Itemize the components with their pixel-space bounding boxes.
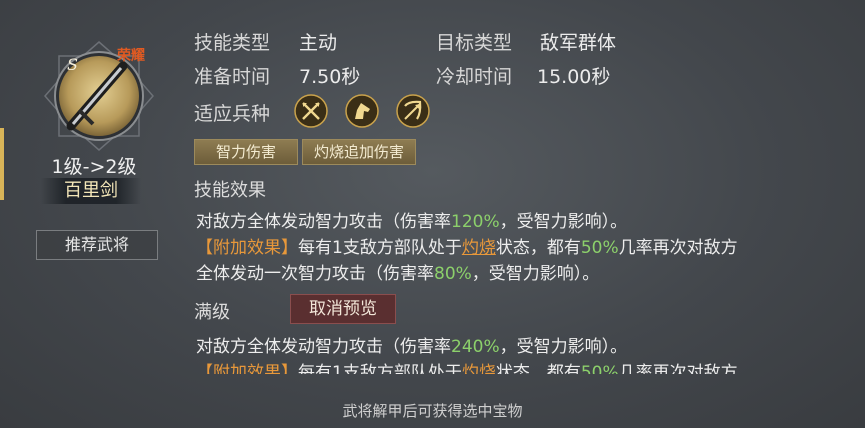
tag-burn-extra-damage: 灼烧追加伤害 bbox=[302, 139, 416, 165]
effect-line-2: 【附加效果】每有1支敌方部队处于灼烧状态，都有50%几率再次对敌方 bbox=[196, 238, 738, 258]
horse-head-icon bbox=[345, 94, 379, 128]
crossed-spears-icon bbox=[294, 94, 328, 128]
max-line-2: 【附加效果】每有1支敌方部队处于灼烧状态，都有50%几率再次对敌方 bbox=[196, 360, 846, 374]
skill-type-value: 主动 bbox=[299, 32, 338, 54]
bow-arrow-icon bbox=[396, 94, 430, 128]
effect-heading: 技能效果 bbox=[194, 180, 266, 201]
footer-hint: 武将解甲后可获得选中宝物 bbox=[342, 402, 523, 420]
cooldown-value: 15.00秒 bbox=[537, 66, 611, 88]
burn-link-max[interactable]: 灼烧 bbox=[462, 363, 496, 374]
prep-time-label: 准备时间 bbox=[194, 66, 271, 88]
glory-badge: 荣耀 bbox=[116, 47, 145, 64]
effect-line-1: 对敌方全体发动智力攻击（伤害率120%，受智力影响）。 bbox=[196, 212, 628, 232]
cooldown-label: 冷却时间 bbox=[436, 66, 513, 88]
max-level-description: 对敌方全体发动智力攻击（伤害率240%，受智力影响）。 【附加效果】每有1支敌方… bbox=[196, 334, 846, 374]
max-level-heading: 满级 bbox=[194, 302, 230, 323]
burn-link[interactable]: 灼烧 bbox=[462, 238, 496, 258]
tag-intelligence-damage: 智力伤害 bbox=[194, 139, 298, 165]
skill-type-label: 技能类型 bbox=[194, 32, 271, 54]
target-type-label: 目标类型 bbox=[436, 32, 513, 54]
skill-level: 1级->2级 bbox=[51, 156, 137, 178]
troop-types-label: 适应兵种 bbox=[194, 103, 271, 125]
target-type-value: 敌军群体 bbox=[540, 32, 617, 54]
skill-name: 百里剑 bbox=[41, 178, 141, 204]
effect-description: 对敌方全体发动智力攻击（伤害率120%，受智力影响）。 【附加效果】每有1支敌方… bbox=[196, 209, 846, 287]
effect-line-3: 全体发动一次智力攻击（伤害率80%，受智力影响）。 bbox=[196, 264, 600, 284]
cancel-preview-button[interactable]: 取消预览 bbox=[290, 294, 396, 324]
max-line-1: 对敌方全体发动智力攻击（伤害率240%，受智力影响）。 bbox=[196, 337, 628, 357]
grade-letter: S bbox=[67, 55, 78, 74]
selected-indicator bbox=[0, 128, 4, 200]
recommend-general-button[interactable]: 推荐武将 bbox=[36, 230, 158, 260]
prep-time-value: 7.50秒 bbox=[299, 66, 361, 88]
skill-emblem-icon: S 荣耀 bbox=[44, 41, 154, 151]
